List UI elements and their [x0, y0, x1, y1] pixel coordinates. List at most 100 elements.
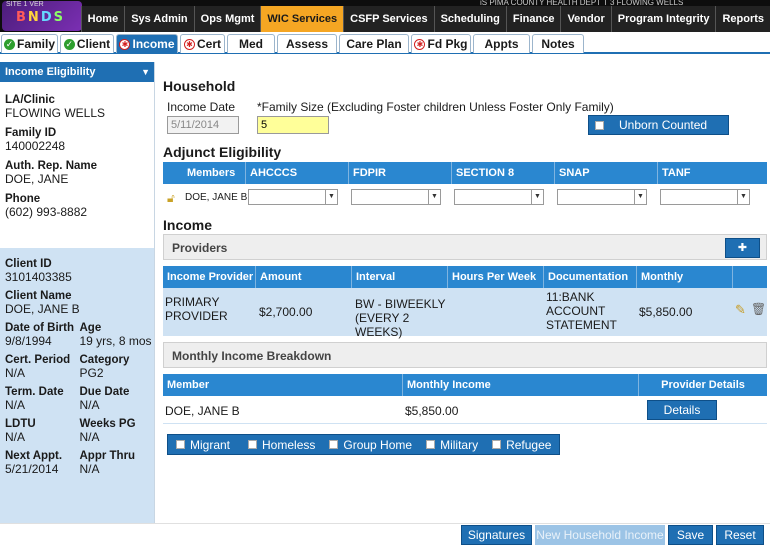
client-flags: Migrant Homeless Group Home Military Ref… — [167, 434, 560, 455]
family-size-field[interactable]: 5 — [257, 116, 329, 134]
tab-family[interactable]: ✓ Family — [1, 34, 58, 53]
tab-appts[interactable]: Appts — [473, 34, 530, 53]
la-clinic-value: FLOWING WELLS — [5, 106, 106, 120]
flag-military[interactable]: Military — [426, 438, 478, 452]
adjunct-row: 🔓︎ DOE, JANE B ▼ ▼ ▼ ▼ ▼ — [163, 184, 767, 212]
nav-vendor[interactable]: Vendor — [560, 6, 611, 32]
section-8-select[interactable]: ▼ — [454, 189, 544, 205]
appr-thru-label: Appr Thru — [79, 450, 136, 462]
adjunct-header-row: Members AHCCCS FDPIR SECTION 8 SNAP TANF — [163, 162, 767, 184]
action-bar: Signatures New Household Income Save Res… — [0, 523, 770, 555]
tab-label: Family — [16, 37, 55, 51]
phone-label: Phone — [5, 193, 41, 205]
trash-icon[interactable]: 🗑︎ — [751, 302, 766, 316]
flag-homeless[interactable]: Homeless — [248, 438, 315, 452]
dob-label: Date of Birth — [5, 322, 74, 334]
flag-label: Migrant — [190, 437, 231, 452]
tab-income[interactable]: ✱ Income — [116, 34, 178, 53]
nav-program-integrity[interactable]: Program Integrity — [610, 6, 716, 32]
checkbox[interactable] — [329, 440, 339, 449]
fdpir-select[interactable]: ▼ — [351, 189, 441, 205]
tab-client[interactable]: ✓ Client — [60, 34, 114, 53]
checkbox[interactable] — [426, 440, 436, 449]
flag-refugee[interactable]: Refugee — [492, 438, 551, 452]
tab-assess[interactable]: Assess — [277, 34, 337, 53]
breakdown-title: Monthly Income Breakdown — [172, 349, 332, 363]
snap-select[interactable]: ▼ — [557, 189, 647, 205]
auth-rep-value: DOE, JANE — [5, 172, 69, 186]
provider-amount: $2,700.00 — [259, 305, 313, 319]
nav-reports[interactable]: Reports — [715, 6, 770, 32]
tab-label: Client — [76, 37, 111, 51]
reset-button[interactable]: Reset — [716, 525, 764, 545]
flag-migrant[interactable]: Migrant — [176, 438, 230, 452]
income-form: Household Income Date 5/11/2014 *Family … — [163, 62, 767, 524]
breakdown-row: DOE, JANE B $5,850.00 Details — [163, 396, 767, 424]
col-income-provider: Income Provider — [163, 266, 256, 288]
col-section-8: SECTION 8 — [452, 162, 555, 184]
edit-icon[interactable]: ✎ — [735, 302, 746, 318]
tab-label: Fd Pkg — [427, 37, 468, 51]
tab-label: Care Plan — [346, 37, 402, 51]
due-date-value: N/A — [79, 398, 100, 412]
family-id-value: 140002248 — [5, 139, 66, 153]
adjunct-table: Members AHCCCS FDPIR SECTION 8 SNAP TANF… — [163, 162, 767, 212]
tab-label: Income — [132, 37, 175, 51]
income-date-label: Income Date — [167, 100, 236, 114]
provider-row[interactable]: PRIMARY PROVIDER $2,700.00 BW - BIWEEKLY… — [163, 288, 767, 339]
col-monthly-income: Monthly Income — [403, 374, 639, 396]
phone-value: (602) 993-8882 — [5, 205, 88, 219]
chevron-down-icon: ▼ — [737, 190, 749, 204]
income-eligibility-dropdown[interactable]: Income Eligibility ▼ — [0, 62, 154, 82]
nav-csfp-services[interactable]: CSFP Services — [343, 6, 434, 32]
logo-letter: D — [40, 10, 54, 25]
tab-med[interactable]: Med — [227, 34, 275, 53]
ldtu-label: LDTU — [5, 418, 36, 430]
flag-label: Group Home — [343, 437, 413, 452]
tab-notes[interactable]: Notes — [532, 34, 584, 53]
logo-text: BNDS — [16, 10, 65, 25]
ahcccs-select[interactable]: ▼ — [248, 189, 338, 205]
chevron-down-icon: ▼ — [531, 190, 543, 204]
nav-scheduling[interactable]: Scheduling — [433, 6, 506, 32]
checkbox[interactable] — [595, 121, 604, 130]
tanf-select[interactable]: ▼ — [660, 189, 750, 205]
signatures-button[interactable]: Signatures — [461, 525, 532, 545]
nav-sys-admin[interactable]: Sys Admin — [124, 6, 194, 32]
income-date-field: 5/11/2014 — [167, 116, 239, 134]
nav-wic-services[interactable]: WIC Services — [260, 6, 344, 32]
panel-title: Income Eligibility — [5, 66, 96, 78]
tab-label: Med — [239, 37, 263, 51]
tab-fd-pkg[interactable]: ✱ Fd Pkg — [411, 34, 471, 53]
checkbox[interactable] — [492, 440, 502, 449]
nav-finance[interactable]: Finance — [505, 6, 561, 32]
col-monthly: Monthly — [637, 266, 733, 288]
nav-home[interactable]: Home — [80, 6, 125, 32]
save-button[interactable]: Save — [668, 525, 713, 545]
new-household-income-button[interactable]: New Household Income — [535, 525, 665, 545]
checkbox[interactable] — [176, 440, 185, 449]
tab-care-plan[interactable]: Care Plan — [339, 34, 409, 53]
logo-letter: B — [16, 10, 28, 25]
tab-cert[interactable]: ✱ Cert — [180, 34, 225, 53]
error-icon: ✱ — [183, 38, 195, 50]
breakdown-monthly: $5,850.00 — [405, 404, 459, 418]
auth-rep-label: Auth. Rep. Name — [5, 160, 98, 172]
col-documentation: Documentation — [544, 266, 637, 288]
tab-label: Assess — [285, 37, 329, 51]
logo: SITE 1 VER BNDS — [2, 1, 82, 31]
dob-value: 9/8/1994 — [5, 334, 52, 348]
add-provider-button[interactable]: ✚ Add — [725, 238, 760, 272]
nav-ops-mgmt[interactable]: Ops Mgmt — [193, 6, 261, 32]
family-size-label: *Family Size (Excluding Foster children … — [257, 100, 614, 114]
flag-label: Homeless — [262, 437, 316, 452]
term-date-label: Term. Date — [5, 386, 64, 398]
col-ahcccs: AHCCCS — [246, 162, 349, 184]
details-button[interactable]: Details — [647, 400, 717, 420]
weeks-pg-label: Weeks PG — [79, 418, 136, 430]
flag-group-home[interactable]: Group Home — [329, 438, 412, 452]
appr-thru-value: N/A — [79, 462, 100, 476]
unborn-counted-toggle[interactable]: Unborn Counted — [588, 115, 729, 135]
checkbox[interactable] — [248, 440, 258, 449]
top-nav: Home Sys Admin Ops Mgmt WIC Services CSF… — [80, 6, 770, 32]
